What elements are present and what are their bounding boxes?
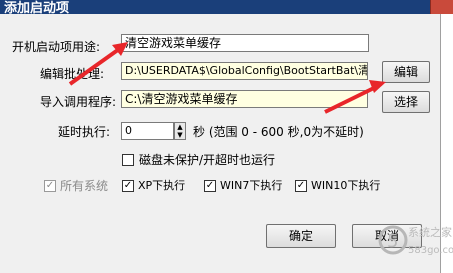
watermark-brand-bottom: 583go.com [408,245,453,256]
svg-text:5: 5 [387,231,398,252]
watermark-logo: 5 系统之家 583go.com [378,218,453,273]
watermark-brand-top: 系统之家 [408,226,452,239]
arrow-to-edit-button [324,80,386,114]
screenshot: 添加启动项 开机启动项用途: 清空游戏菜单缓存 编辑批处理: D:\USERDA… [0,0,453,273]
arrow-to-name-field [68,42,128,86]
watermark-emblem-icon: 5 [378,225,408,255]
